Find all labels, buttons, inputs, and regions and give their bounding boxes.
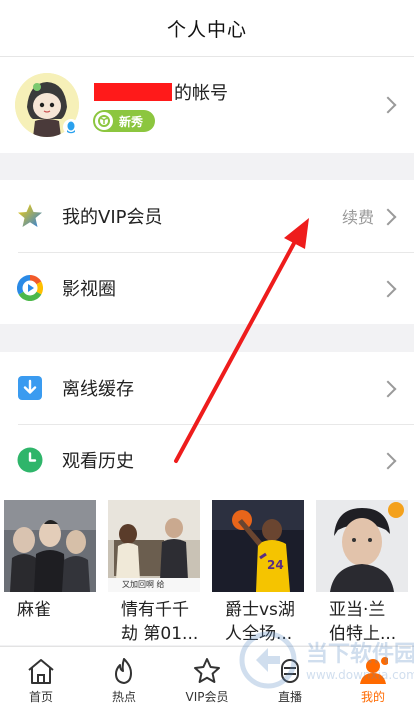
history-subtitle: 人全场...	[225, 624, 293, 644]
history-poster	[4, 500, 96, 592]
top-bar: 个人中心	[0, 0, 414, 57]
chevron-right-icon	[379, 380, 397, 398]
account-name: 的帐号	[94, 79, 228, 105]
profile-icon	[360, 657, 388, 684]
history-title: 情有千千	[121, 600, 189, 620]
live-icon	[281, 659, 299, 683]
chevron-right-icon	[379, 96, 397, 114]
menu-item-circle-label: 影视圈	[62, 279, 116, 300]
menu-item-vip-label: 我的VIP会员	[62, 207, 163, 228]
poster-caption: 又加回啊 给	[122, 580, 165, 589]
renew-link[interactable]: 续费	[342, 204, 374, 228]
sprout-icon	[95, 112, 113, 130]
tab-home-label: 首页	[28, 690, 53, 704]
tab-home[interactable]: 首页	[0, 647, 82, 708]
menu-item-circle[interactable]: 影视圈	[0, 252, 414, 324]
flame-icon	[115, 658, 132, 684]
menu-group-membership: 我的VIP会员 续费 影视圈	[0, 180, 414, 324]
history-subtitle: 劫 第01...	[121, 624, 199, 644]
tab-mine[interactable]: 我的	[332, 647, 414, 708]
history-item[interactable]: 又加回啊 给 情有千千 劫 第01...	[108, 500, 200, 646]
level-badge-label: 新秀	[119, 114, 144, 129]
tab-hot[interactable]: 热点	[83, 647, 165, 708]
bottom-tab-bar: 首页 热点 VIP会员 直播 我的	[0, 646, 414, 708]
download-icon	[18, 376, 42, 400]
history-list: 麻雀 又加回啊 给 情有千千 劫 第01... 24 爵士vs湖 人全场... …	[0, 495, 414, 645]
redaction-bar	[94, 83, 172, 101]
history-item[interactable]: 麻雀	[4, 500, 96, 622]
page-title: 个人中心	[166, 18, 247, 41]
home-icon	[28, 659, 54, 684]
history-item[interactable]: 亚当·兰 伯特上...	[316, 500, 408, 646]
vip-star-icon	[194, 658, 220, 683]
level-badge[interactable]: 新秀	[93, 110, 155, 132]
menu-item-history-label: 观看历史	[62, 451, 134, 472]
tab-hot-label: 热点	[111, 690, 136, 704]
history-poster: 又加回啊 给	[108, 500, 200, 592]
menu-group-library: 离线缓存 观看历史	[0, 352, 414, 496]
qq-icon	[63, 119, 79, 135]
chevron-right-icon	[379, 208, 397, 226]
menu-item-vip[interactable]: 我的VIP会员 续费	[0, 180, 414, 252]
history-item[interactable]: 24 爵士vs湖 人全场...	[212, 500, 304, 646]
history-title: 麻雀	[17, 600, 51, 620]
vip-star-icon	[18, 204, 42, 227]
account-suffix: 的帐号	[174, 83, 228, 104]
history-title: 爵士vs湖	[225, 600, 295, 620]
menu-item-offline[interactable]: 离线缓存	[0, 352, 414, 424]
chevron-right-icon	[379, 280, 397, 298]
profile-card[interactable]: 的帐号 新秀	[0, 57, 414, 153]
history-poster	[316, 500, 408, 592]
tab-live[interactable]: 直播	[249, 647, 331, 708]
tab-mine-label: 我的	[360, 690, 385, 704]
menu-item-history[interactable]: 观看历史	[0, 424, 414, 496]
clock-icon	[17, 447, 43, 473]
history-poster: 24	[212, 500, 304, 592]
tab-vip[interactable]: VIP会员	[166, 647, 248, 708]
video-circle-icon	[17, 275, 43, 301]
menu-item-offline-label: 离线缓存	[62, 379, 134, 400]
history-subtitle: 伯特上...	[329, 624, 397, 644]
poster-jersey-number: 24	[267, 558, 284, 572]
chevron-right-icon	[379, 452, 397, 470]
tab-live-label: 直播	[277, 690, 302, 704]
tab-vip-label: VIP会员	[185, 690, 229, 704]
history-title: 亚当·兰	[329, 600, 386, 620]
